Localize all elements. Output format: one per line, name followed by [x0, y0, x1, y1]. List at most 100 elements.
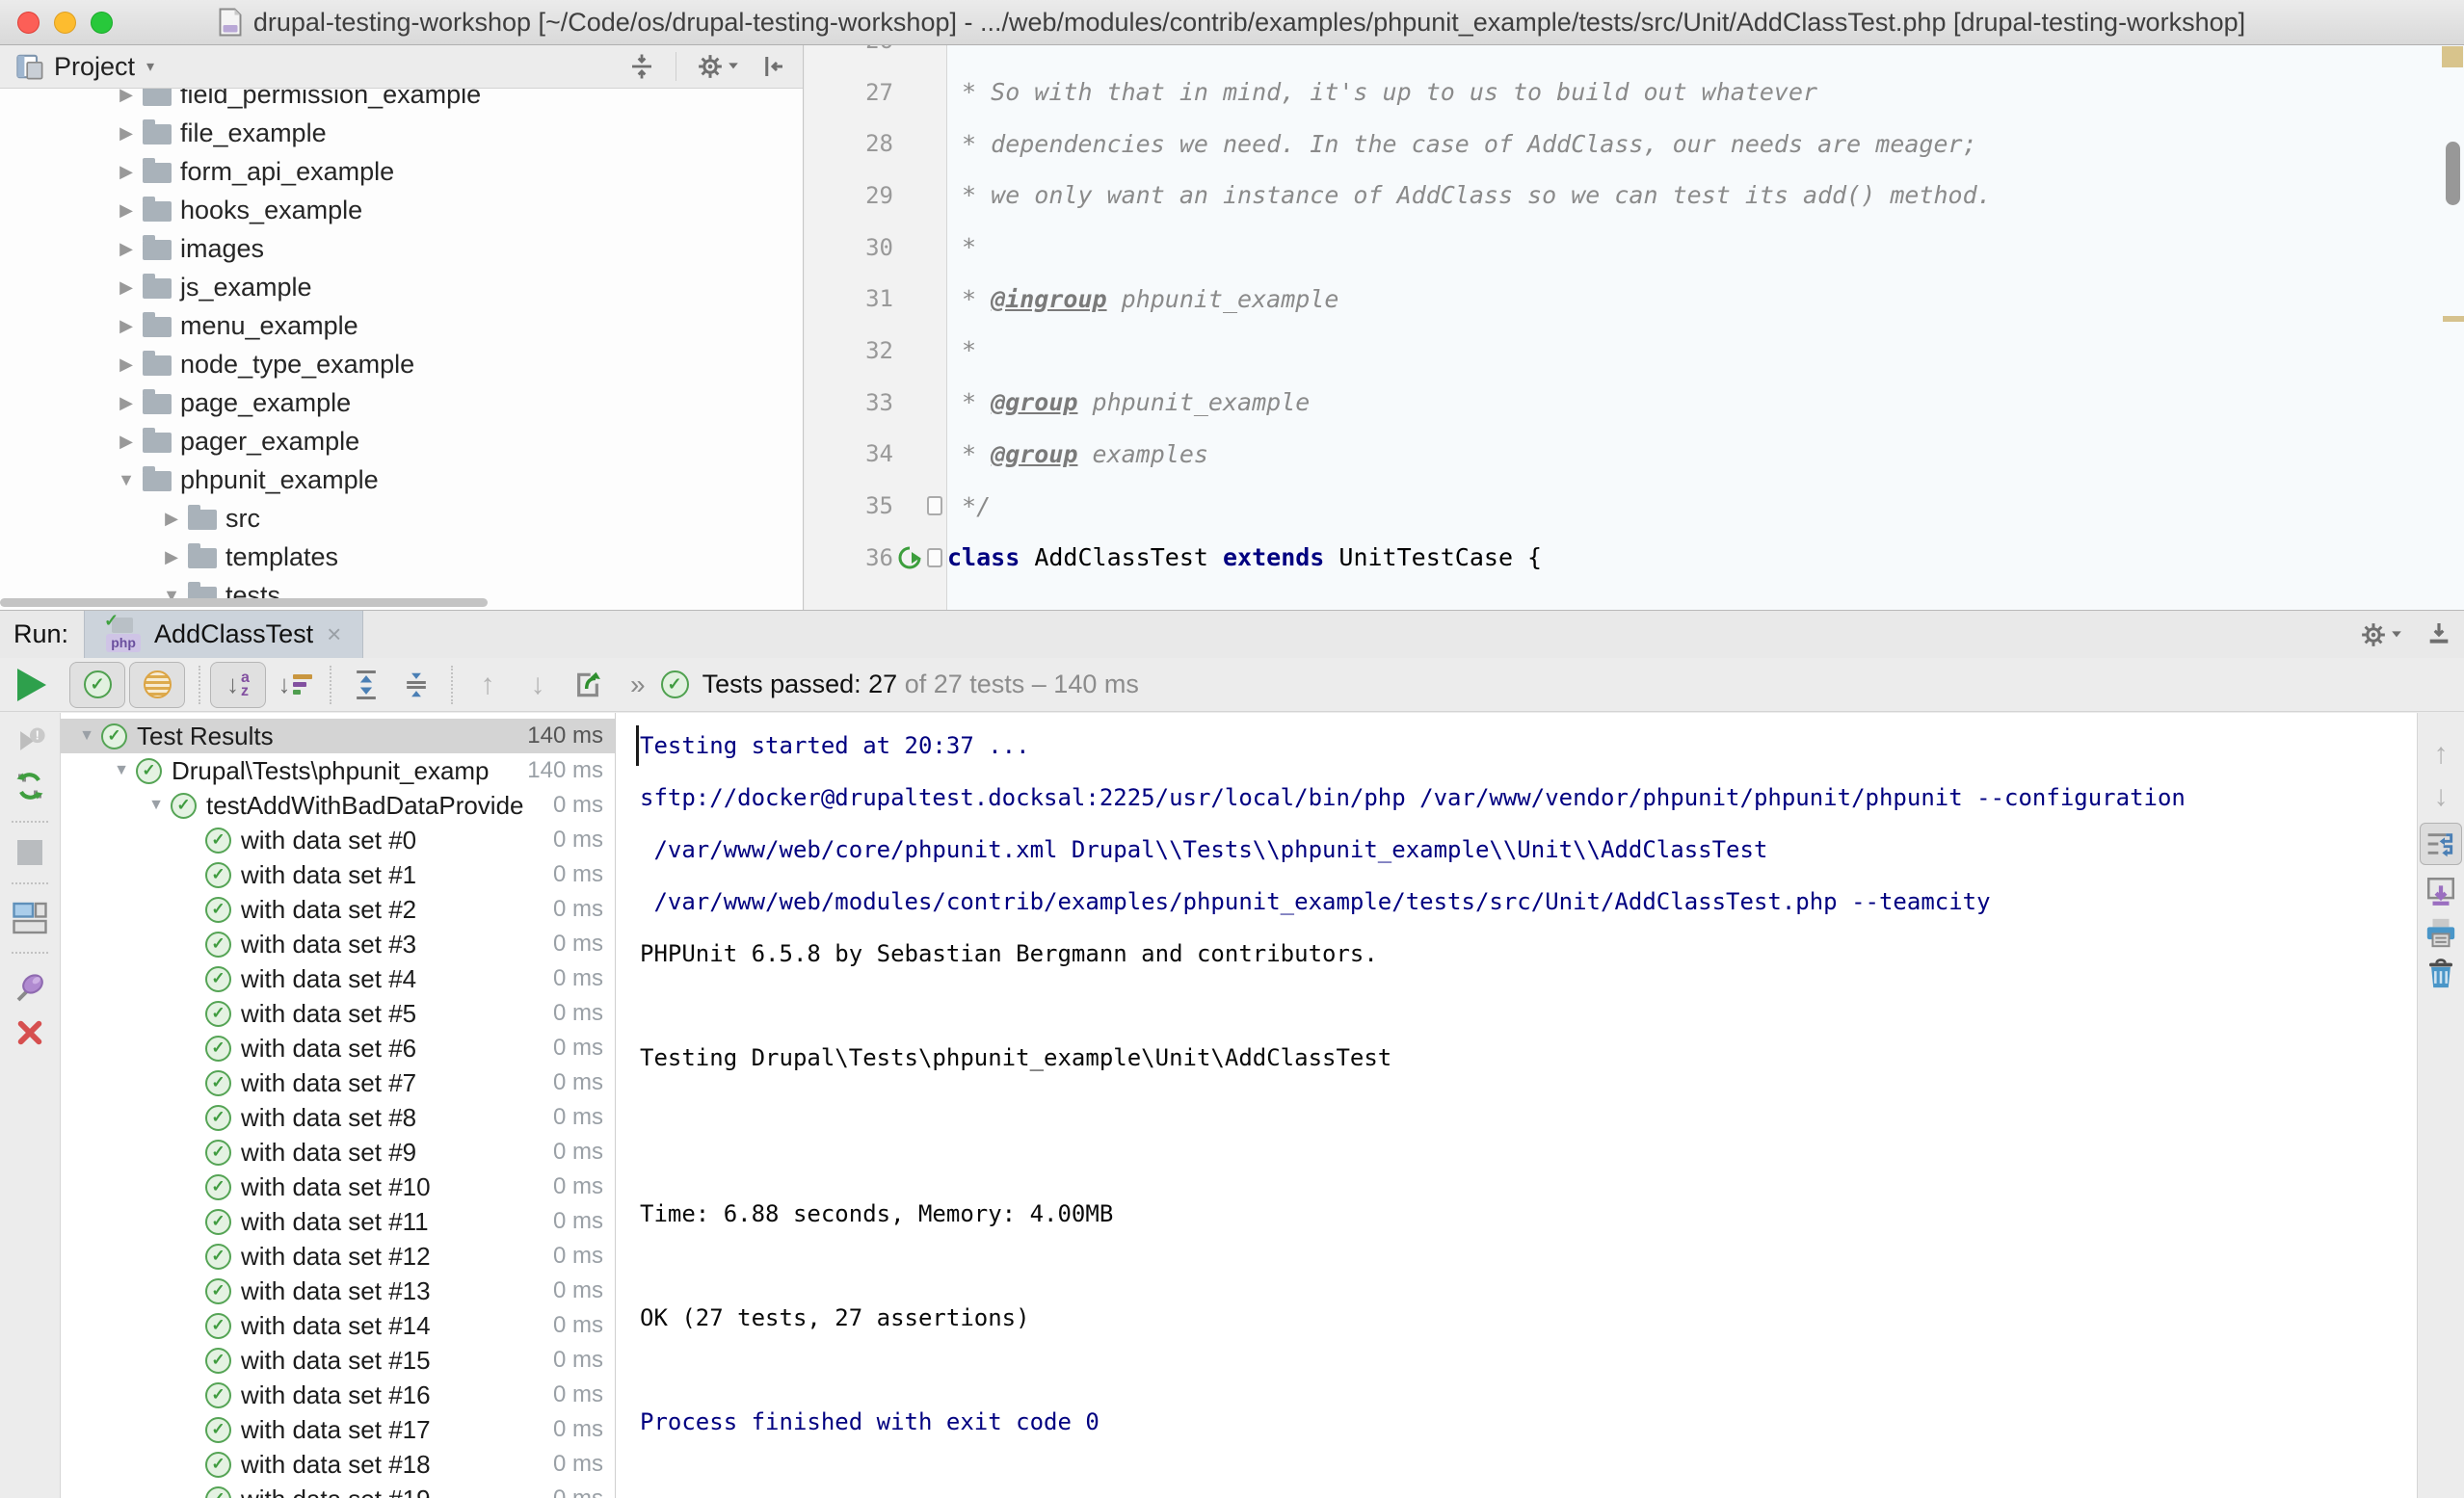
pin-tab-button[interactable]: [13, 971, 47, 1006]
test-row[interactable]: ✓with data set #50 ms: [61, 996, 615, 1031]
test-row[interactable]: ✓with data set #180 ms: [61, 1447, 615, 1482]
expand-all-button[interactable]: [341, 662, 391, 708]
collapse-all-icon[interactable]: [627, 52, 656, 81]
chevron-collapsed-icon[interactable]: ▶: [114, 393, 139, 413]
rerun-button[interactable]: [17, 669, 46, 701]
project-panel-title[interactable]: Project: [54, 52, 135, 82]
tree-item-menu_example[interactable]: ▶menu_example: [0, 306, 803, 345]
minimize-window-button[interactable]: [54, 12, 76, 34]
zoom-window-button[interactable]: [91, 12, 113, 34]
console-output[interactable]: Testing started at 20:37 ...sftp://docke…: [616, 713, 2417, 1498]
test-row[interactable]: ✓with data set #160 ms: [61, 1378, 615, 1412]
close-window-button[interactable]: [17, 12, 40, 34]
editor-line-34[interactable]: 34 * @group examples: [805, 429, 2464, 481]
chevron-collapsed-icon[interactable]: ▶: [114, 200, 139, 221]
test-row[interactable]: ✓with data set #00 ms: [61, 823, 615, 857]
editor-line-27[interactable]: 27 * So with that in mind, it's up to us…: [805, 66, 2464, 118]
editor-line-32[interactable]: 32 *: [805, 325, 2464, 377]
collapse-all-button[interactable]: [391, 662, 441, 708]
fold-marker-icon[interactable]: [927, 496, 942, 515]
editor-line-29[interactable]: 29 * we only want an instance of AddClas…: [805, 170, 2464, 222]
show-passed-toggle[interactable]: ✓: [69, 662, 125, 708]
tree-item-file_example[interactable]: ▶file_example: [0, 114, 803, 152]
previous-occurrence-button[interactable]: ↑: [463, 662, 513, 708]
editor-line-28[interactable]: 28 * dependencies we need. In the case o…: [805, 118, 2464, 170]
close-tab-icon[interactable]: ×: [327, 619, 341, 649]
code-editor[interactable]: 2627 * So with that in mind, it's up to …: [805, 45, 2464, 610]
editor-line-26[interactable]: 26: [805, 45, 2464, 66]
tree-item-js_example[interactable]: ▶js_example: [0, 268, 803, 306]
test-row[interactable]: ✓with data set #20 ms: [61, 892, 615, 927]
inspection-status-badge[interactable]: [2442, 46, 2463, 67]
test-row[interactable]: ▼✓testAddWithBadDataProvide0 ms: [61, 788, 615, 823]
tree-item-node_type_example[interactable]: ▶node_type_example: [0, 345, 803, 383]
warning-stripe-mark[interactable]: [2443, 316, 2464, 322]
test-row[interactable]: ✓with data set #130 ms: [61, 1274, 615, 1308]
show-ignored-toggle[interactable]: [129, 662, 185, 708]
test-row[interactable]: ✓with data set #60 ms: [61, 1031, 615, 1065]
line-number[interactable]: 31: [805, 285, 897, 312]
import-test-results-button[interactable]: [563, 662, 613, 708]
soft-wrap-toggle[interactable]: [2420, 823, 2462, 865]
rerun-failed-tests-button[interactable]: !: [13, 724, 46, 757]
scroll-up-button[interactable]: ↑: [2434, 738, 2449, 771]
tree-item-pager_example[interactable]: ▶pager_example: [0, 422, 803, 460]
scroll-down-button[interactable]: ↓: [2434, 780, 2449, 813]
run-test-gutter-icon[interactable]: [897, 545, 922, 570]
run-tab-addclasstest[interactable]: php ✓ AddClassTest ×: [84, 611, 363, 658]
test-row[interactable]: ✓with data set #90 ms: [61, 1135, 615, 1169]
chevron-expanded-icon[interactable]: ▼: [142, 797, 171, 814]
chevron-collapsed-icon[interactable]: ▶: [114, 239, 139, 259]
close-results-button[interactable]: [14, 1017, 45, 1048]
line-number[interactable]: 36: [805, 544, 897, 571]
test-row[interactable]: ✓with data set #80 ms: [61, 1100, 615, 1135]
test-row[interactable]: ✓with data set #120 ms: [61, 1239, 615, 1274]
editor-line-36[interactable]: 36class AddClassTest extends UnitTestCas…: [805, 532, 2464, 584]
chevron-collapsed-icon[interactable]: ▶: [159, 547, 184, 567]
chevron-collapsed-icon[interactable]: ▶: [114, 277, 139, 298]
horizontal-scrollbar-thumb[interactable]: [0, 598, 488, 607]
fold-marker-icon[interactable]: [927, 548, 942, 567]
test-row[interactable]: ▼✓Test Results140 ms: [61, 719, 615, 753]
sort-by-duration-button[interactable]: ↓: [270, 662, 320, 708]
hide-runpanel-icon[interactable]: [2424, 619, 2454, 650]
line-number[interactable]: 35: [805, 492, 897, 519]
chevron-collapsed-icon[interactable]: ▶: [114, 162, 139, 182]
editor-line-33[interactable]: 33 * @group phpunit_example: [805, 377, 2464, 429]
editor-line-30[interactable]: 30 *: [805, 222, 2464, 274]
tree-item-form_api_example[interactable]: ▶form_api_example: [0, 152, 803, 191]
test-row[interactable]: ✓with data set #150 ms: [61, 1343, 615, 1378]
next-occurrence-button[interactable]: ↓: [513, 662, 563, 708]
chevron-collapsed-icon[interactable]: ▶: [114, 316, 139, 336]
chevron-expanded-icon[interactable]: ▼: [72, 727, 101, 745]
line-number[interactable]: 27: [805, 79, 897, 106]
line-number[interactable]: 29: [805, 182, 897, 209]
clear-all-button[interactable]: [2425, 958, 2456, 990]
hide-panel-icon[interactable]: [758, 52, 787, 81]
line-number[interactable]: 30: [805, 234, 897, 261]
test-row[interactable]: ▼✓Drupal\Tests\phpunit_examp140 ms: [61, 753, 615, 788]
chevron-expanded-icon[interactable]: ▼: [107, 762, 136, 779]
test-results-tree[interactable]: ▼✓Test Results140 ms▼✓Drupal\Tests\phpun…: [61, 713, 616, 1498]
tree-item-phpunit_example[interactable]: ▼phpunit_example: [0, 460, 803, 499]
scroll-to-end-button[interactable]: [2424, 875, 2457, 907]
chevron-collapsed-icon[interactable]: ▶: [114, 123, 139, 144]
test-row[interactable]: ✓with data set #40 ms: [61, 961, 615, 996]
sort-alphabetically-toggle[interactable]: ↓az: [210, 662, 266, 708]
test-row[interactable]: ✓with data set #170 ms: [61, 1412, 615, 1447]
tree-item-page_example[interactable]: ▶page_example: [0, 383, 803, 422]
editor-line-35[interactable]: 35 */: [805, 480, 2464, 532]
chevron-collapsed-icon[interactable]: ▶: [114, 355, 139, 375]
test-row[interactable]: ✓with data set #190 ms: [61, 1482, 615, 1498]
line-number[interactable]: 28: [805, 130, 897, 157]
editor-scrollbar-thumb[interactable]: [2446, 142, 2460, 205]
settings-gear-icon[interactable]: [696, 52, 739, 81]
tree-item-src[interactable]: ▶src: [0, 499, 803, 538]
stop-button[interactable]: [17, 840, 42, 865]
tree-item-hooks_example[interactable]: ▶hooks_example: [0, 191, 803, 229]
chevron-collapsed-icon[interactable]: ▶: [114, 432, 139, 452]
chevron-down-icon[interactable]: ▾: [146, 57, 154, 76]
test-row[interactable]: ✓with data set #140 ms: [61, 1308, 615, 1343]
restore-layout-button[interactable]: [13, 902, 47, 934]
run-settings-gear-icon[interactable]: [2359, 620, 2402, 649]
